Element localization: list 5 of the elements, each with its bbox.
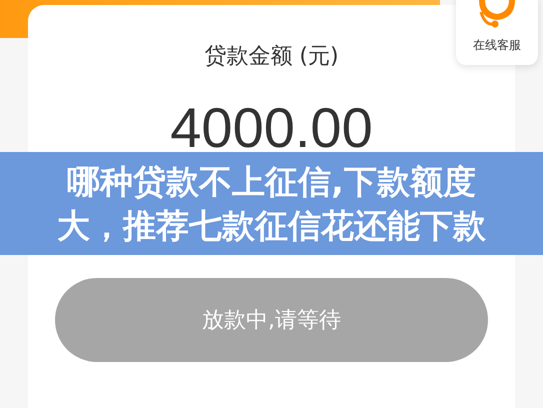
- amount-value: 4000.00: [170, 95, 373, 160]
- banner-title-line: 大，推荐七款征信花还能下款: [57, 206, 486, 246]
- amount-label: 贷款金额 (元): [204, 43, 339, 71]
- banner-title-line: 哪种贷款不上征信,下款额度: [67, 162, 476, 202]
- customer-service-button[interactable]: 在线客服: [456, 0, 538, 65]
